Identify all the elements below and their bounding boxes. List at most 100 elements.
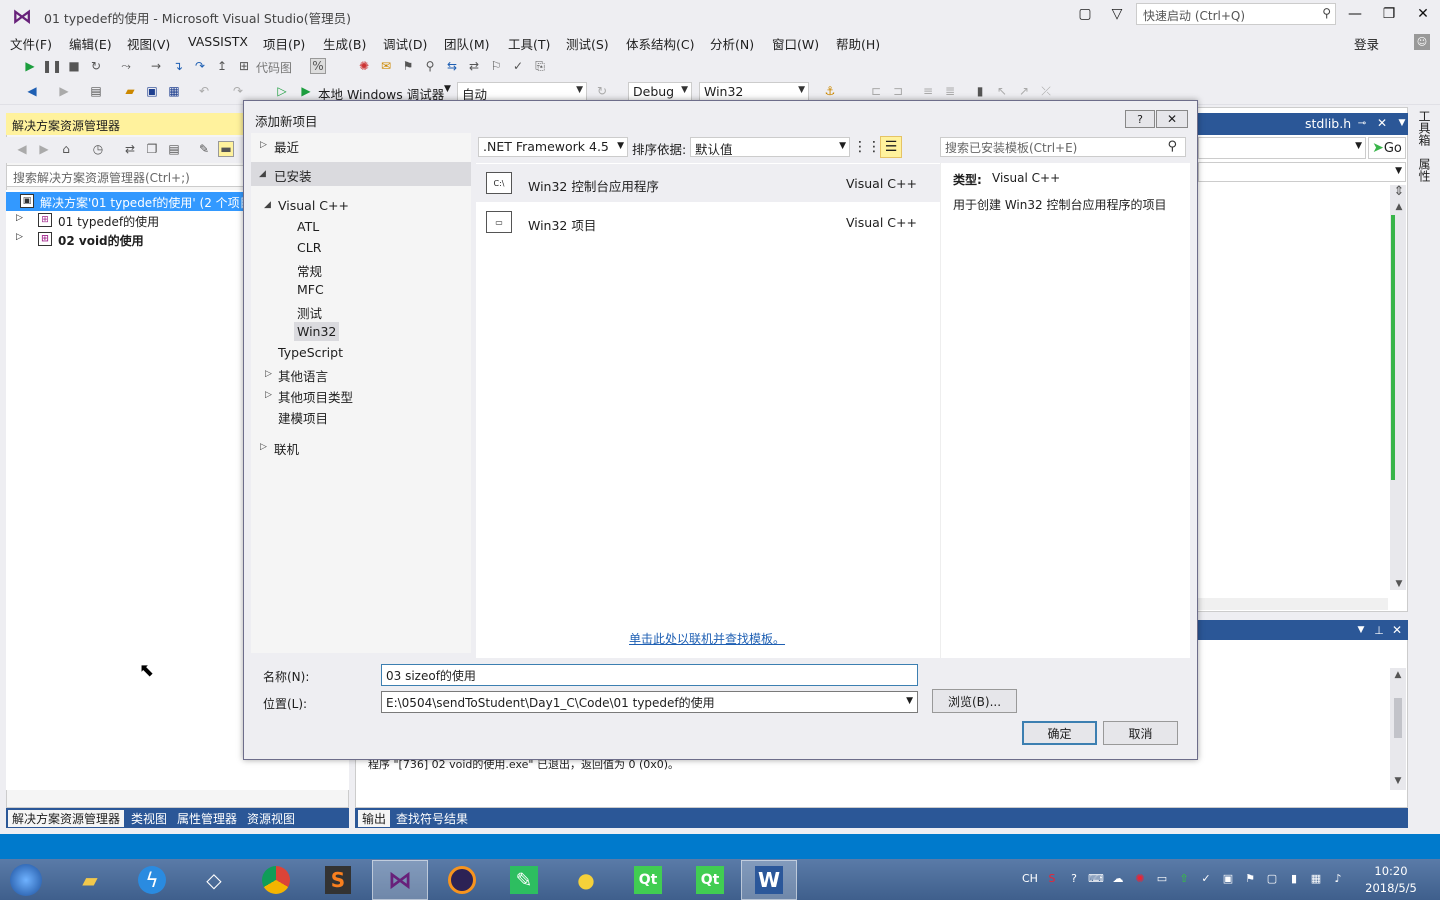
grid-view-icon[interactable]: ⋮⋮: [853, 137, 881, 157]
expand-arrow-icon[interactable]: ▷: [260, 140, 267, 150]
solution-config-auto-combo[interactable]: 自动 ▼: [457, 82, 587, 102]
output-scrollbar[interactable]: ▲ ▼: [1390, 668, 1406, 790]
bookmark-icon[interactable]: ⚐: [488, 58, 504, 74]
nav-clr[interactable]: CLR: [297, 240, 321, 255]
nav-other-languages[interactable]: 其他语言: [278, 366, 328, 385]
continue-icon[interactable]: ▶: [22, 58, 38, 74]
close-window-button[interactable]: ✕: [1410, 4, 1436, 24]
menu-analyze[interactable]: 分析(N): [710, 34, 754, 53]
menu-project[interactable]: 项目(P): [263, 34, 305, 53]
menu-tools[interactable]: 工具(T): [508, 34, 550, 53]
chevron-down-icon[interactable]: ▼: [1354, 623, 1368, 637]
collapse-arrow-icon[interactable]: ◢: [264, 200, 271, 210]
spell-check-icon[interactable]: ✓: [510, 58, 526, 74]
stop-icon[interactable]: ■: [66, 58, 82, 74]
pin-icon[interactable]: ⊸: [1356, 117, 1368, 129]
scroll-down-icon[interactable]: ▼: [1390, 774, 1406, 788]
collapse-arrow-icon[interactable]: ◢: [259, 169, 266, 179]
home-icon[interactable]: ⌂: [58, 141, 74, 157]
tab-stdlib-h[interactable]: stdlib.h: [1305, 116, 1351, 131]
expand-arrow-icon[interactable]: ▷: [16, 213, 23, 223]
configuration-combo[interactable]: Debug ▼: [628, 82, 692, 102]
expand-arrow-icon[interactable]: ▷: [265, 369, 272, 379]
ime-indicator[interactable]: CH: [1022, 872, 1038, 885]
scroll-up-icon[interactable]: ▲: [1390, 668, 1406, 682]
quick-launch-input[interactable]: 快速启动 (Ctrl+Q) ⚲: [1136, 3, 1336, 25]
power-icon[interactable]: ▮: [1286, 870, 1302, 886]
menu-test[interactable]: 测试(S): [566, 34, 609, 53]
display-icon[interactable]: ▣: [1220, 870, 1236, 886]
find-references-icon[interactable]: ⚲: [422, 58, 438, 74]
taskbar-explorer[interactable]: ▰: [62, 860, 118, 900]
chevron-down-icon[interactable]: ▼: [1396, 117, 1408, 129]
taskbar-evernote[interactable]: ✎: [496, 860, 552, 900]
back-icon[interactable]: ◀: [24, 83, 40, 99]
nav-atl[interactable]: ATL: [297, 219, 319, 234]
step-icon[interactable]: ⤳: [118, 58, 134, 74]
go-button[interactable]: ➤ Go: [1368, 137, 1406, 159]
step-over-icon[interactable]: ↷: [192, 58, 208, 74]
sign-in-link[interactable]: 登录: [1354, 34, 1379, 53]
project-name-input[interactable]: 03 sizeof的使用: [381, 664, 918, 686]
step-out-icon[interactable]: ↥: [214, 58, 230, 74]
refactor-icon[interactable]: ⎘: [532, 58, 548, 74]
close-icon[interactable]: ✕: [1390, 623, 1404, 637]
menu-help[interactable]: 帮助(H): [836, 34, 880, 53]
taskbar-visual-studio[interactable]: ⋈: [372, 860, 428, 900]
back-icon[interactable]: ◀: [14, 141, 30, 157]
taskbar-chrome[interactable]: [248, 860, 304, 900]
sync-icon[interactable]: ⇄: [122, 141, 138, 157]
split-icon[interactable]: ⇕: [1391, 183, 1407, 199]
code-map-icon[interactable]: ⊞: [236, 58, 252, 74]
nav-installed[interactable]: 已安装: [274, 166, 312, 185]
tab-class-view[interactable]: 类视图: [131, 810, 167, 827]
navigate-forward-icon[interactable]: ⇄: [466, 58, 482, 74]
start-button[interactable]: [0, 860, 52, 900]
device-icon[interactable]: ▢: [1264, 870, 1280, 886]
align-left-icon[interactable]: ⊏: [868, 83, 884, 99]
nav-online[interactable]: 联机: [274, 439, 299, 458]
feedback-icon[interactable]: ▢: [1076, 5, 1094, 23]
menu-view[interactable]: 视图(V): [127, 34, 170, 53]
platform-combo[interactable]: Win32 ▼: [699, 82, 809, 102]
step-into-icon[interactable]: ↴: [170, 58, 186, 74]
expand-arrow-icon[interactable]: ▷: [260, 442, 267, 452]
pause-icon[interactable]: ❚❚: [42, 58, 62, 74]
antivirus-icon[interactable]: ✺: [1132, 870, 1148, 886]
restart-icon[interactable]: ↻: [88, 58, 104, 74]
show-all-files-icon[interactable]: ▤: [166, 141, 182, 157]
minimize-button[interactable]: —: [1342, 4, 1368, 24]
start-debug-icon[interactable]: ▶: [298, 83, 314, 99]
monitor-icon[interactable]: ▭: [1154, 870, 1170, 886]
code-map-label[interactable]: 代码图: [256, 59, 292, 76]
attach-icon[interactable]: ⚓: [822, 83, 838, 99]
ok-button[interactable]: 确定: [1022, 721, 1097, 745]
forward-icon[interactable]: ▶: [56, 83, 72, 99]
menu-team[interactable]: 团队(M): [444, 34, 490, 53]
history-icon[interactable]: ◷: [90, 141, 106, 157]
properties-tab[interactable]: 属性: [1416, 158, 1433, 182]
save-icon[interactable]: ▣: [144, 83, 160, 99]
nav-modeling-projects[interactable]: 建模项目: [278, 408, 328, 427]
prev-bookmark-icon[interactable]: ↖: [994, 83, 1010, 99]
cloud-icon[interactable]: ☁: [1110, 870, 1126, 886]
find-templates-online-link[interactable]: 单击此处以联机并查找模板。: [629, 630, 785, 647]
next-bookmark-icon[interactable]: ↗: [1016, 83, 1032, 99]
browse-button[interactable]: 浏览(B)...: [932, 689, 1017, 713]
menu-window[interactable]: 窗口(W): [772, 34, 819, 53]
navigate-back-icon[interactable]: ⇆: [444, 58, 460, 74]
help-icon[interactable]: ?: [1066, 870, 1082, 886]
nav-test[interactable]: 测试: [297, 303, 322, 322]
menu-vassistx[interactable]: VASSISTX: [188, 34, 248, 49]
taskbar-thunder[interactable]: ϟ: [124, 860, 180, 900]
scroll-down-icon[interactable]: ▼: [1391, 577, 1407, 591]
undo-icon[interactable]: ↶: [196, 83, 212, 99]
properties-icon[interactable]: ✎: [196, 141, 212, 157]
preview-icon[interactable]: ▬: [218, 141, 234, 157]
find-symbol-icon[interactable]: ⚑: [400, 58, 416, 74]
filter-icon[interactable]: ▽: [1108, 5, 1126, 23]
close-icon[interactable]: ✕: [1376, 116, 1388, 130]
menu-edit[interactable]: 编辑(E): [69, 34, 112, 53]
tab-property-manager[interactable]: 属性管理器: [177, 810, 237, 827]
menu-debug[interactable]: 调试(D): [383, 34, 427, 53]
